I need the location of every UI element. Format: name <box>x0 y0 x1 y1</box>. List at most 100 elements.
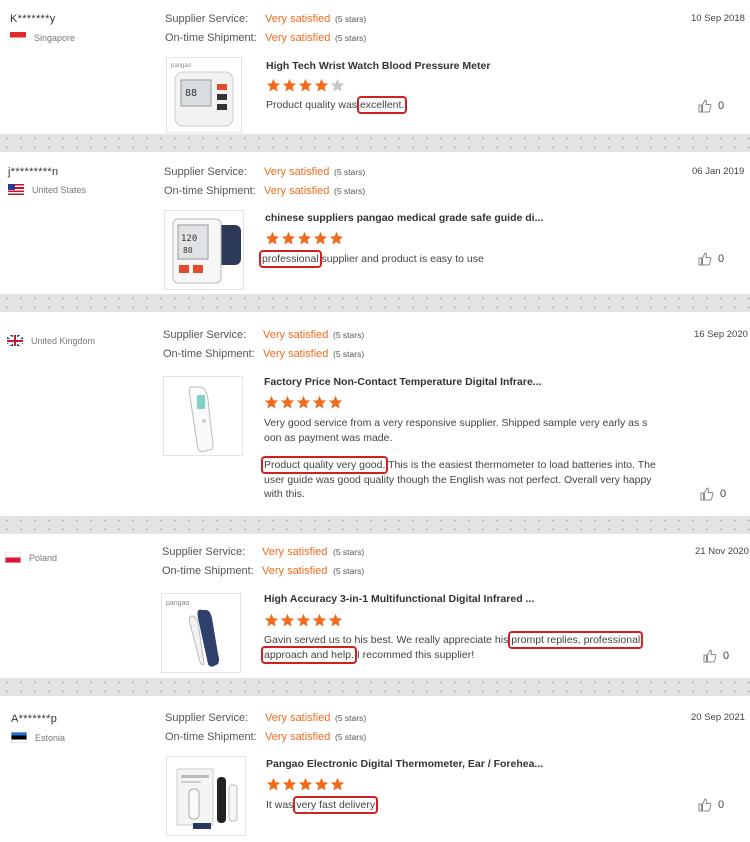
thumbs-up-icon <box>698 99 712 113</box>
helpful-button[interactable]: 0 <box>698 99 724 113</box>
helpful-count: 0 <box>723 650 730 662</box>
supplier-service-stars: (5 stars) <box>334 167 366 177</box>
highlighted-phrase: very fast delivery <box>293 796 379 814</box>
ear-thermometer-box-image <box>176 768 238 829</box>
product-thumbnail[interactable]: pangao 88 <box>166 57 242 133</box>
thumbs-up-icon <box>700 487 714 501</box>
star-filled-icon <box>296 395 311 409</box>
3-in-1-thermometer-image: pangao <box>166 600 219 667</box>
review-date: 06 Jan 2019 <box>692 166 745 177</box>
review-card: Poland Supplier Service: Very satisfied … <box>0 534 750 678</box>
star-filled-icon <box>264 613 279 627</box>
supplier-service-stars: (5 stars) <box>333 330 365 340</box>
highlighted-phrase: approach and help. <box>261 645 357 664</box>
highlighted-phrase: Product quality very good. <box>260 456 389 474</box>
review-text: Product quality very good. This is the e… <box>260 456 656 502</box>
product-title-link[interactable]: High Accuracy 3-in-1 Multifunctional Dig… <box>264 593 534 605</box>
helpful-count: 0 <box>718 253 725 265</box>
shipment-stars: (5 stars) <box>334 186 366 196</box>
star-filled-icon <box>313 231 328 245</box>
supplier-service-value: Very satisfied <box>265 712 331 724</box>
review-text-part: Product quality was <box>266 99 360 111</box>
helpful-button[interactable]: 0 <box>703 649 729 663</box>
star-filled-icon <box>329 231 344 245</box>
helpful-count: 0 <box>718 100 725 112</box>
star-empty-icon <box>330 78 345 92</box>
shipment-stars: (5 stars) <box>335 33 367 43</box>
reviewer-country: United Kingdom <box>7 335 95 346</box>
supplier-service-label: Supplier Service: <box>165 712 249 724</box>
supplier-service-label: Supplier Service: <box>162 546 246 558</box>
review-separator <box>0 134 750 152</box>
supplier-service-value: Very satisfied <box>265 13 331 25</box>
supplier-service-label: Supplier Service: <box>165 13 249 25</box>
product-thumbnail[interactable]: pangao <box>161 593 241 673</box>
product-title-link[interactable]: chinese suppliers pangao medical grade s… <box>265 212 543 224</box>
review-card: K*******y Singapore Supplier Service: Ve… <box>0 0 750 134</box>
shipment-value: Very satisfied <box>263 348 329 360</box>
shipment-stars: (5 stars) <box>335 732 367 742</box>
review-text: Gavin served us to his best. We really a… <box>261 631 684 664</box>
shipment-value: Very satisfied <box>264 185 330 197</box>
product-title-link[interactable]: Factory Price Non-Contact Temperature Di… <box>264 376 542 388</box>
review-text: It was very fast delivery <box>266 796 666 814</box>
product-thumbnail[interactable]: 120 80 <box>164 210 244 290</box>
supplier-service-value: Very satisfied <box>264 166 330 178</box>
reviewer-country: Poland <box>5 552 57 563</box>
product-rating <box>266 78 345 93</box>
star-filled-icon <box>298 78 313 92</box>
product-thumbnail[interactable] <box>166 756 246 836</box>
star-filled-icon <box>265 231 280 245</box>
blood-pressure-monitor-image: pangao 88 <box>171 63 234 127</box>
review-separator <box>0 516 750 534</box>
star-filled-icon <box>314 777 329 791</box>
us-flag-icon <box>8 184 24 195</box>
shipment-value: Very satisfied <box>265 731 331 743</box>
product-title-link[interactable]: High Tech Wrist Watch Blood Pressure Met… <box>266 60 490 72</box>
product-rating <box>266 777 345 792</box>
supplier-service-value: Very satisfied <box>263 329 329 341</box>
reviewer-country: Singapore <box>10 32 75 43</box>
highlighted-phrase: prompt replies, professional <box>508 631 644 649</box>
review-text-part: supplier and product is easy to use <box>318 253 484 265</box>
reviewer-country: United States <box>8 184 86 195</box>
estonia-flag-icon <box>11 732 27 743</box>
review-text: professional supplier and product is eas… <box>259 250 662 268</box>
reviewer-name: j*********n <box>8 166 59 178</box>
country-label: Singapore <box>34 32 76 43</box>
review-text: Product quality was excellent. <box>266 96 666 114</box>
supplier-service-stars: (5 stars) <box>335 14 367 24</box>
highlighted-phrase: excellent. <box>356 96 408 114</box>
shipment-label: On-time Shipment: <box>165 731 257 743</box>
svg-text:pangao: pangao <box>166 600 189 607</box>
star-filled-icon <box>282 777 297 791</box>
review-separator <box>0 678 750 696</box>
svg-text:pangao: pangao <box>171 63 192 69</box>
supplier-service-value: Very satisfied <box>262 546 328 558</box>
product-title-link[interactable]: Pangao Electronic Digital Thermometer, E… <box>266 758 543 770</box>
upper-arm-monitor-image: 120 80 <box>172 218 241 284</box>
review-text: Very good service from a very responsive… <box>264 417 648 444</box>
thumbs-up-icon <box>698 252 712 266</box>
star-filled-icon <box>297 231 312 245</box>
review-date: 20 Sep 2021 <box>691 712 745 723</box>
helpful-button[interactable]: 0 <box>700 487 726 501</box>
product-rating <box>264 613 343 628</box>
product-thumbnail[interactable] <box>163 376 243 456</box>
star-filled-icon <box>330 777 345 791</box>
helpful-button[interactable]: 0 <box>698 798 724 812</box>
country-label: Estonia <box>35 732 66 743</box>
star-filled-icon <box>312 613 327 627</box>
reviewer-name: A*******p <box>11 713 58 725</box>
supplier-service-label: Supplier Service: <box>163 329 247 341</box>
review-separator <box>0 294 750 312</box>
helpful-button[interactable]: 0 <box>698 252 724 266</box>
star-filled-icon <box>280 395 295 409</box>
supplier-service-stars: (5 stars) <box>333 547 365 557</box>
shipment-value: Very satisfied <box>265 32 331 44</box>
helpful-count: 0 <box>718 799 725 811</box>
shipment-stars: (5 stars) <box>333 349 365 359</box>
review-card: A*******p Estonia Supplier Service: Very… <box>0 696 750 842</box>
star-filled-icon <box>264 395 279 409</box>
shipment-value: Very satisfied <box>262 565 328 577</box>
